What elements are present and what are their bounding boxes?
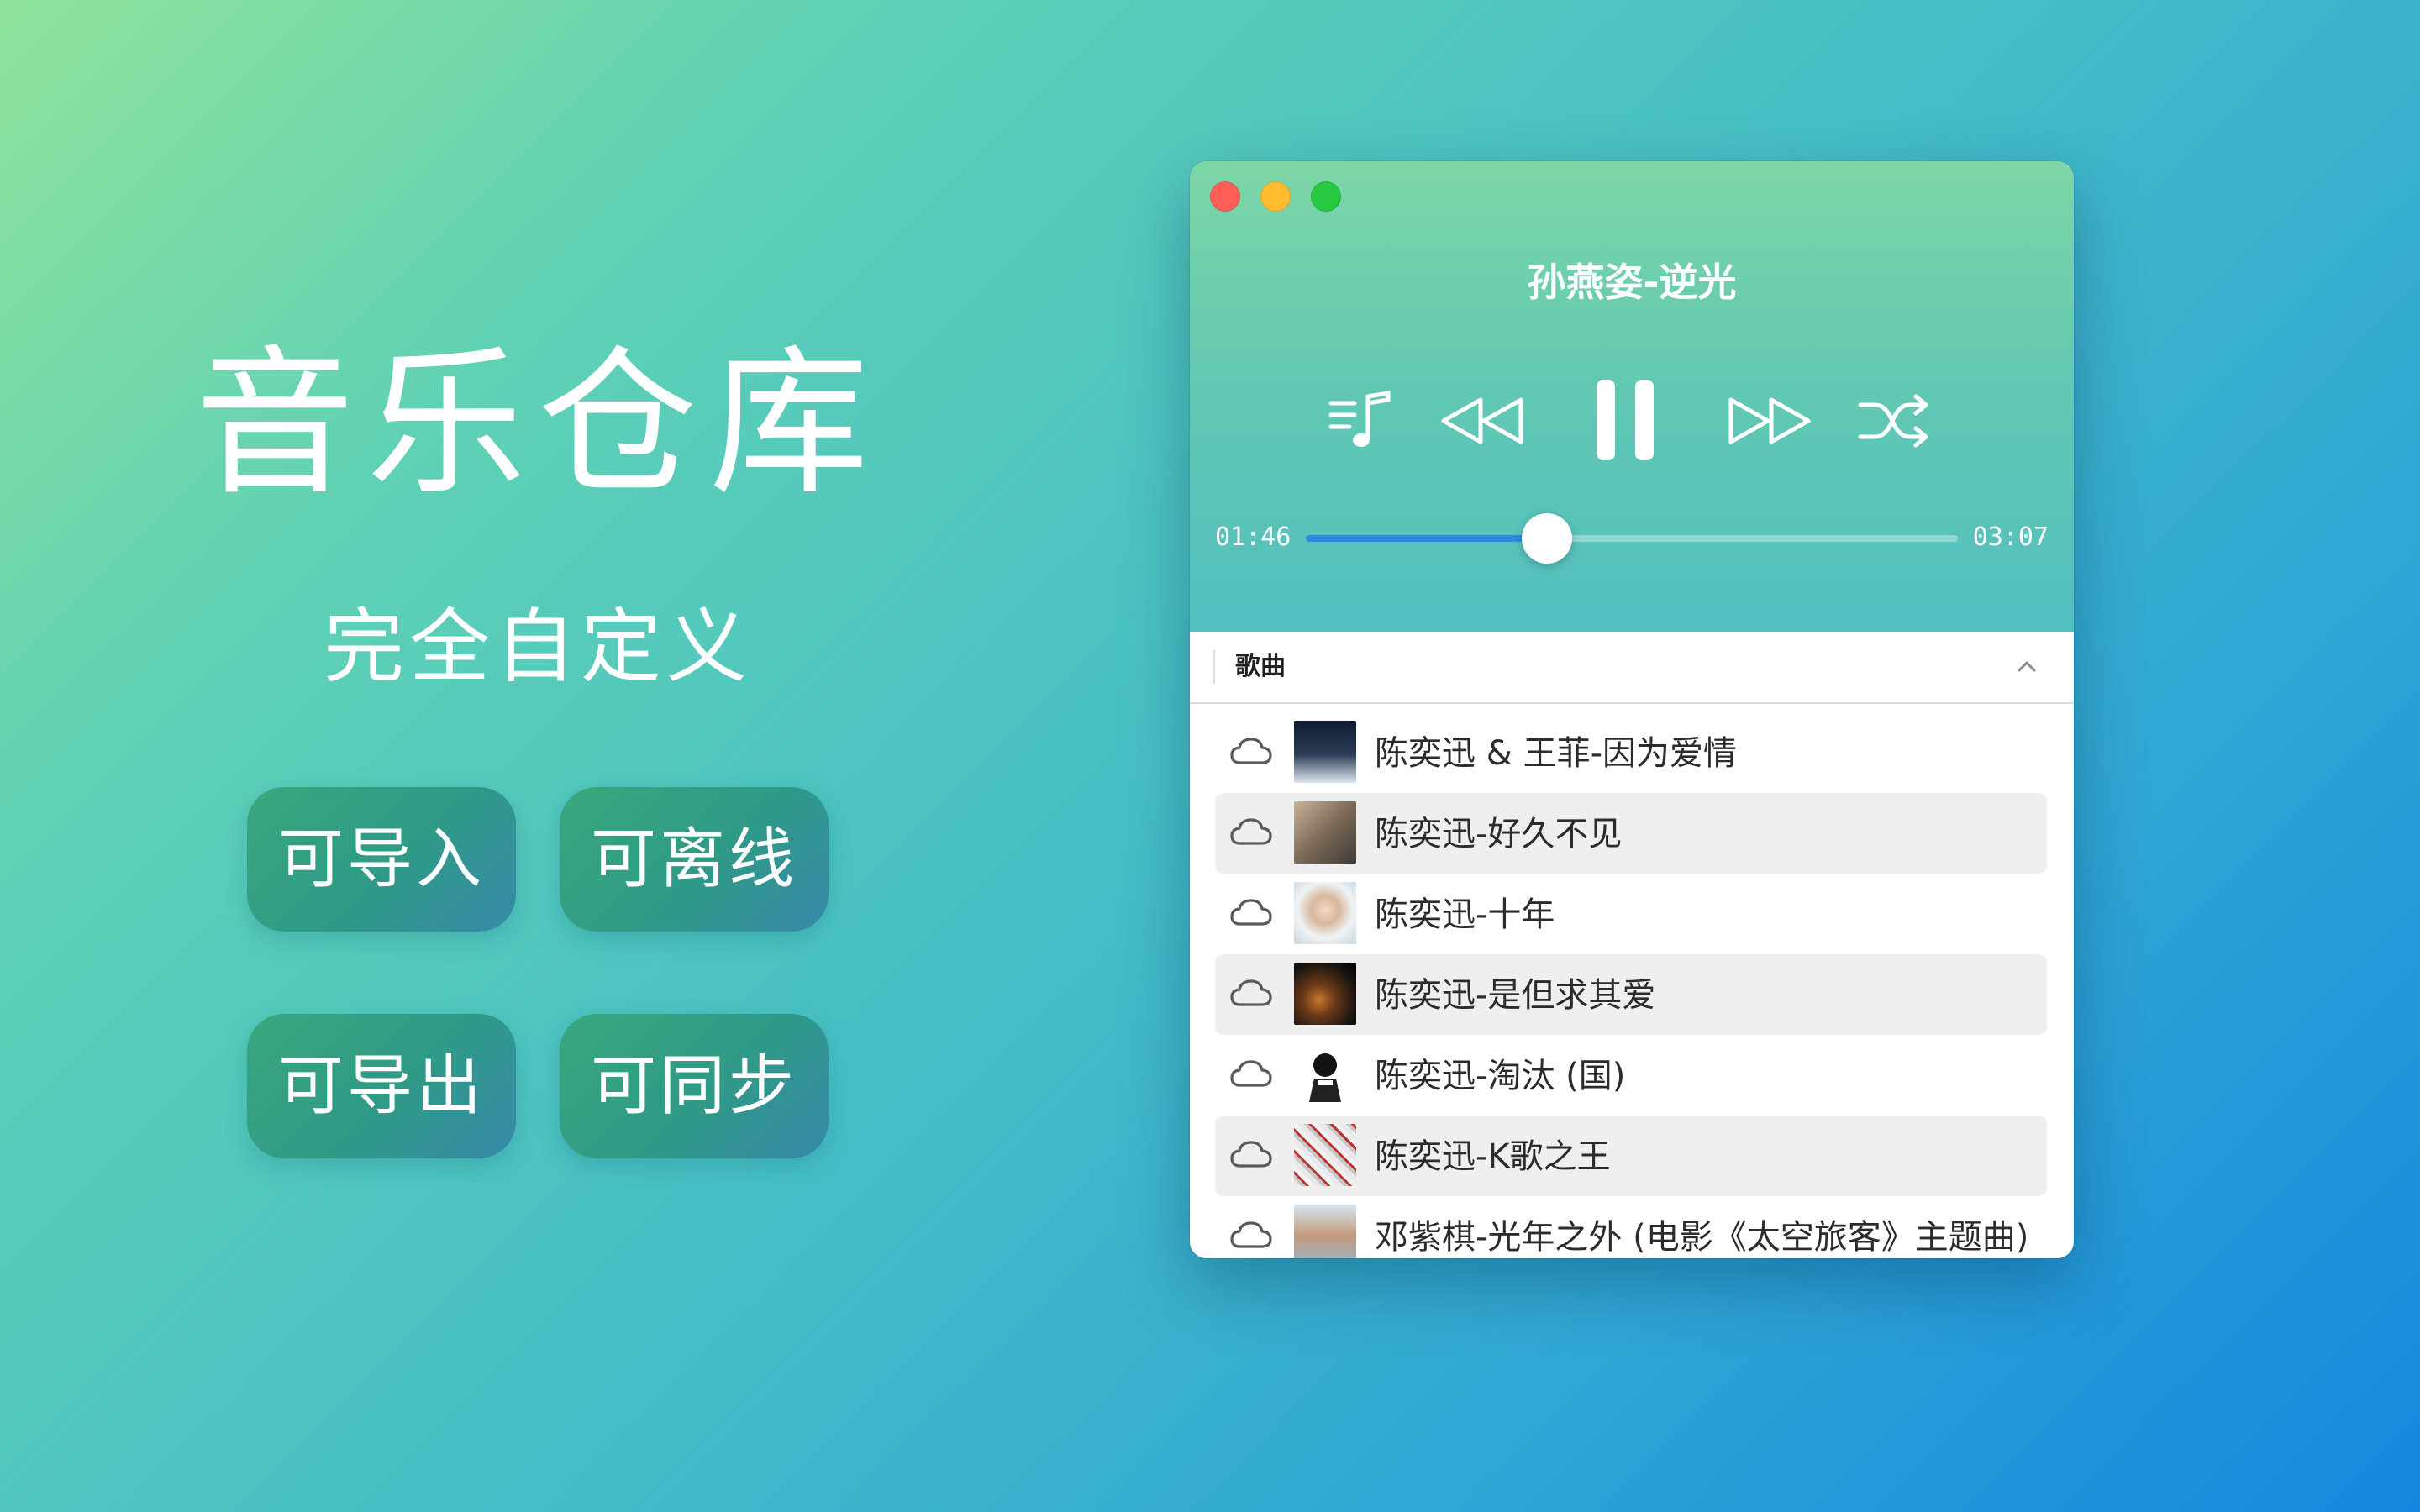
header-divider <box>1213 650 1215 684</box>
song-title: 陈奕迅-淘汰 (国) <box>1375 1057 1626 1095</box>
progress-fill <box>1306 535 1548 542</box>
song-title: 陈奕迅-K歌之王 <box>1375 1137 1611 1176</box>
album-cover <box>1294 721 1356 783</box>
song-row[interactable]: 陈奕迅-好久不见 <box>1215 793 2047 874</box>
album-cover <box>1294 882 1356 944</box>
song-title: 陈奕迅-十年 <box>1375 895 1555 934</box>
pause-button[interactable] <box>1593 378 1657 462</box>
cloud-icon[interactable] <box>1228 1057 1274 1094</box>
cloud-icon[interactable] <box>1228 895 1274 932</box>
now-playing-panel: 孙燕姿-逆光 01:46 03:07 <box>1190 161 2074 632</box>
rewind-icon[interactable] <box>1439 393 1526 449</box>
total-duration: 03:07 <box>1972 522 2049 552</box>
song-row[interactable]: 陈奕迅-十年 <box>1215 874 2047 954</box>
progress-thumb[interactable] <box>1522 513 1573 564</box>
song-list[interactable]: 陈奕迅 & 王菲-因为爱情 陈奕迅-好久不见 陈奕迅-十年 陈奕迅-是但求其爱 … <box>1190 704 2074 1258</box>
album-cover <box>1294 1043 1356 1105</box>
cloud-icon[interactable] <box>1228 1218 1274 1255</box>
promo-subtitle: 完全自定义 <box>324 600 752 694</box>
playlist-icon[interactable] <box>1328 388 1393 454</box>
promo-title: 音乐仓库 <box>194 331 881 517</box>
feature-badge-sync: 可同步 <box>560 1014 829 1158</box>
song-title: 邓紫棋-光年之外 (电影《太空旅客》主题曲) <box>1375 1218 2029 1257</box>
song-title: 陈奕迅 & 王菲-因为爱情 <box>1375 734 1738 773</box>
album-cover <box>1294 963 1356 1025</box>
player-window: 孙燕姿-逆光 01:46 03:07 歌曲 陈奕迅 & 王菲-因为爱情 陈奕迅-… <box>1190 161 2074 1258</box>
cloud-icon[interactable] <box>1228 1137 1274 1174</box>
album-cover <box>1294 1205 1356 1258</box>
cloud-icon[interactable] <box>1228 734 1274 771</box>
album-cover <box>1294 1124 1356 1186</box>
list-header-label: 歌曲 <box>1235 652 1286 681</box>
song-row[interactable]: 陈奕迅-是但求其爱 <box>1215 954 2047 1035</box>
chevron-up-icon[interactable] <box>2015 655 2039 682</box>
close-window-button[interactable] <box>1210 181 1240 212</box>
fast-forward-icon[interactable] <box>1726 393 1813 449</box>
feature-badge-offline: 可离线 <box>560 787 829 932</box>
song-row[interactable]: 陈奕迅-K歌之王 <box>1215 1116 2047 1196</box>
cloud-icon[interactable] <box>1228 815 1274 852</box>
song-title: 陈奕迅-好久不见 <box>1375 815 1623 853</box>
minimize-window-button[interactable] <box>1260 181 1291 212</box>
feature-badge-export: 可导出 <box>247 1014 516 1158</box>
elapsed-time: 01:46 <box>1215 522 1292 552</box>
zoom-window-button[interactable] <box>1311 181 1341 212</box>
album-cover <box>1294 801 1356 864</box>
song-row[interactable]: 陈奕迅-淘汰 (国) <box>1215 1035 2047 1116</box>
progress-slider[interactable] <box>1306 513 1958 564</box>
cloud-icon[interactable] <box>1228 976 1274 1013</box>
feature-badge-import: 可导入 <box>247 787 516 932</box>
song-title: 陈奕迅-是但求其爱 <box>1375 976 1656 1015</box>
song-row[interactable]: 陈奕迅 & 王菲-因为爱情 <box>1215 712 2047 793</box>
song-row[interactable]: 邓紫棋-光年之外 (电影《太空旅客》主题曲) <box>1215 1196 2047 1258</box>
shuffle-icon[interactable] <box>1857 393 1933 449</box>
list-header[interactable]: 歌曲 <box>1190 632 2074 704</box>
now-playing-title: 孙燕姿-逆光 <box>1527 260 1737 305</box>
